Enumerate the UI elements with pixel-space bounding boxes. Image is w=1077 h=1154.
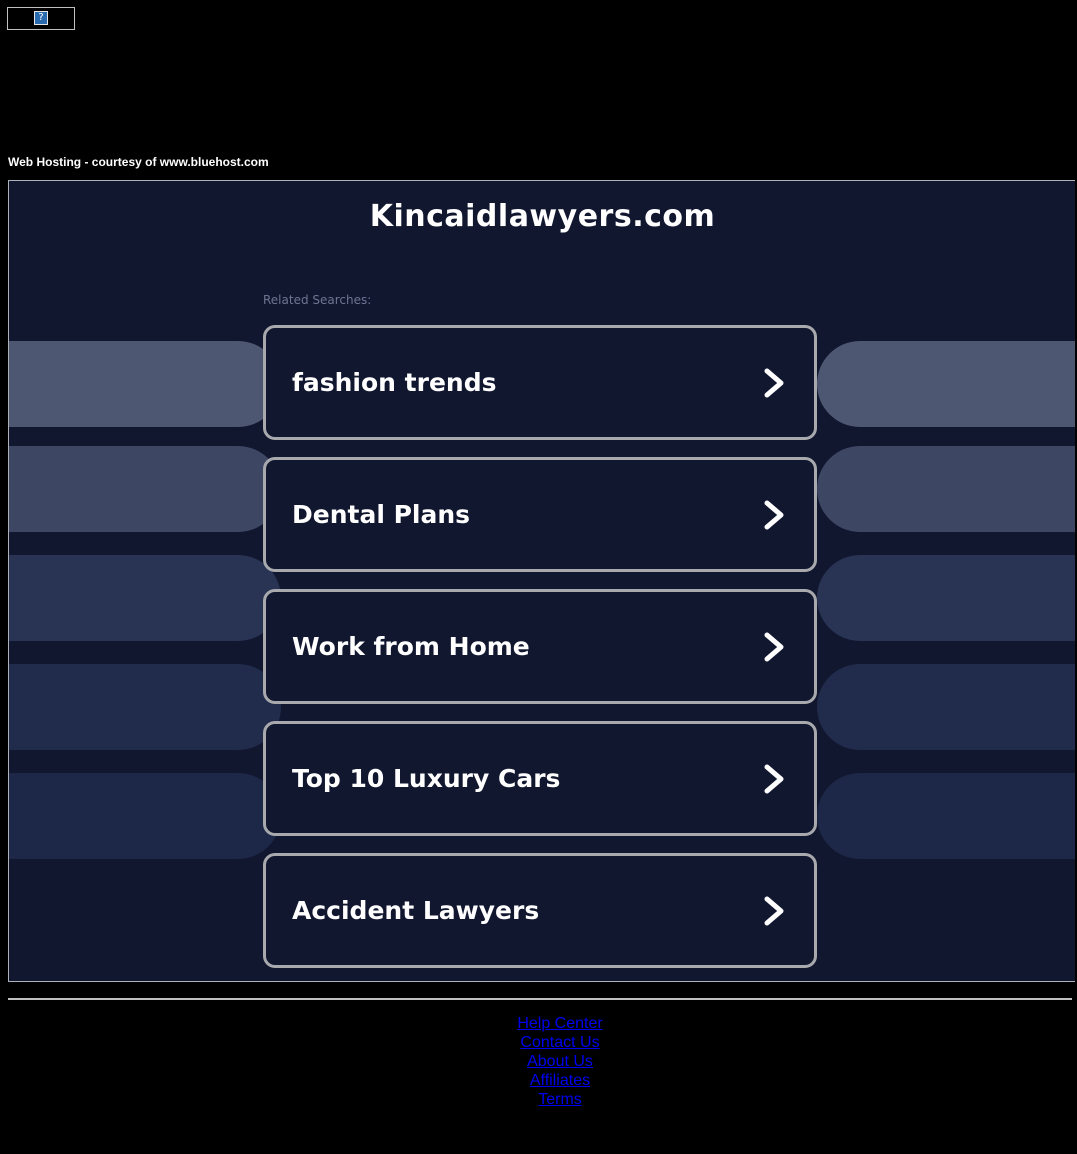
- side-pill-left-5: [9, 773, 281, 859]
- footer-link-about-us[interactable]: About Us: [0, 1052, 1077, 1071]
- side-pill-left-4: [9, 664, 281, 750]
- footer-links: Help Center Contact Us About Us Affiliat…: [0, 1014, 1077, 1109]
- search-card-dental-plans[interactable]: Dental Plans: [263, 457, 817, 572]
- search-card-label: Accident Lawyers: [292, 896, 540, 925]
- search-card-accident-lawyers[interactable]: Accident Lawyers: [263, 853, 817, 968]
- broken-image-icon[interactable]: ?: [34, 11, 48, 25]
- search-card-label: Dental Plans: [292, 500, 471, 529]
- chevron-right-icon: [764, 764, 784, 794]
- search-card-label: fashion trends: [292, 368, 497, 397]
- search-card-label: Work from Home: [292, 632, 530, 661]
- search-card-top-10-luxury-cars[interactable]: Top 10 Luxury Cars: [263, 721, 817, 836]
- footer-divider: [8, 998, 1072, 1000]
- chevron-right-icon: [764, 632, 784, 662]
- side-pill-right-4: [817, 664, 1075, 750]
- hosting-credit: Web Hosting - courtesy of www.bluehost.c…: [8, 155, 269, 169]
- footer-link-help-center[interactable]: Help Center: [0, 1014, 1077, 1033]
- footer-link-terms[interactable]: Terms: [0, 1090, 1077, 1109]
- side-pill-right-5: [817, 773, 1075, 859]
- parked-domain-frame: Kincaidlawyers.com Related Searches: fas…: [8, 180, 1075, 982]
- side-pill-left-3: [9, 555, 281, 641]
- footer-link-contact-us[interactable]: Contact Us: [0, 1033, 1077, 1052]
- side-pill-right-2: [817, 446, 1075, 532]
- search-card-label: Top 10 Luxury Cars: [292, 764, 561, 793]
- chevron-right-icon: [764, 896, 784, 926]
- side-pill-right-1: [817, 341, 1075, 427]
- footer-link-affiliates[interactable]: Affiliates: [0, 1071, 1077, 1090]
- search-card-fashion-trends[interactable]: fashion trends: [263, 325, 817, 440]
- chevron-right-icon: [764, 368, 784, 398]
- side-pill-left-2: [9, 446, 281, 532]
- search-card-work-from-home[interactable]: Work from Home: [263, 589, 817, 704]
- side-pill-left-1: [9, 341, 281, 427]
- chevron-right-icon: [764, 500, 784, 530]
- side-pill-right-3: [817, 555, 1075, 641]
- site-title: Kincaidlawyers.com: [369, 199, 716, 234]
- top-banner: ?: [7, 7, 75, 30]
- related-searches-label: Related Searches:: [263, 293, 372, 307]
